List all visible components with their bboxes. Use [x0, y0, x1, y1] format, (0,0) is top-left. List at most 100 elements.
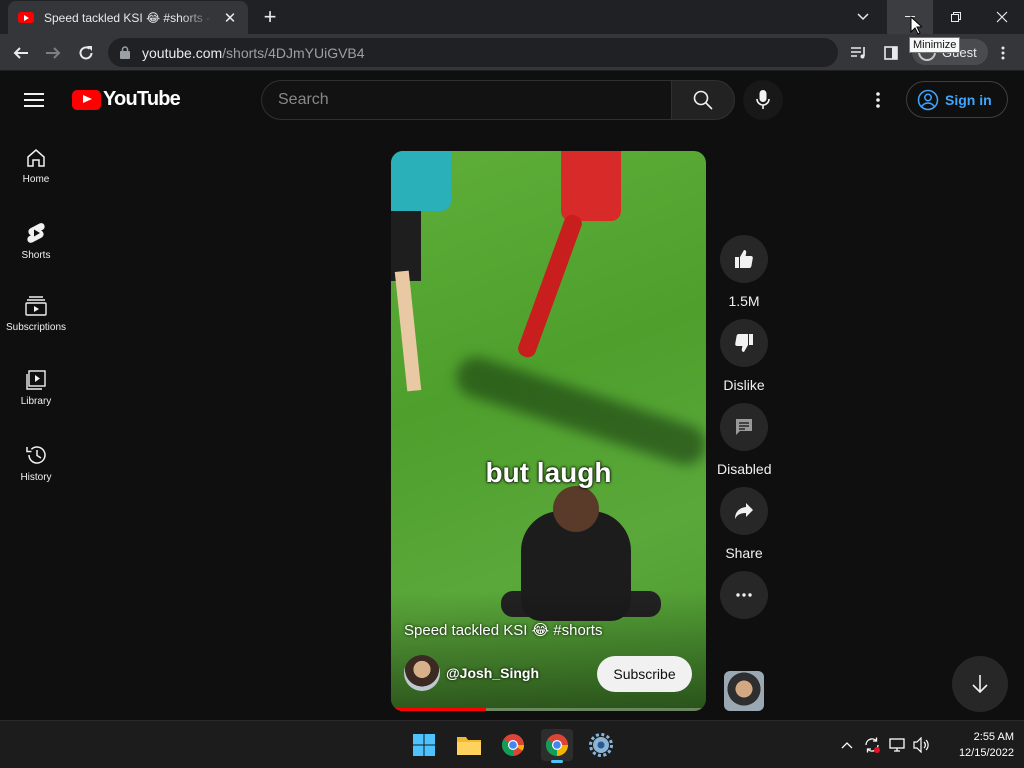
subscriptions-icon	[25, 296, 47, 316]
mini-guide: Home Shorts Subscriptions Library Histor…	[0, 128, 72, 498]
forward-button[interactable]	[40, 40, 66, 66]
sidebar-item-history[interactable]: History	[0, 424, 72, 498]
restore-icon	[951, 12, 961, 22]
tab-title: Speed tackled KSI 😂 #shorts - YouTube	[44, 10, 214, 25]
sidebar-item-subscriptions[interactable]: Subscriptions	[0, 276, 72, 350]
reload-button[interactable]	[73, 40, 99, 66]
tab-search-button[interactable]	[840, 0, 886, 34]
url-host: youtube.com	[142, 44, 223, 61]
sound-thumbnail[interactable]	[724, 671, 764, 711]
file-explorer-button[interactable]	[453, 729, 485, 761]
guide-menu-button[interactable]	[24, 90, 48, 110]
youtube-play-icon	[72, 89, 101, 110]
dislike-action: Dislike	[720, 319, 768, 395]
video-frame-referee	[391, 151, 451, 211]
show-hidden-icons-button[interactable]	[837, 735, 857, 755]
chrome-taskbar-button[interactable]	[497, 729, 529, 761]
sidebar-item-shorts[interactable]: Shorts	[0, 202, 72, 276]
browser-menu-button[interactable]	[990, 40, 1016, 66]
chrome-active-taskbar-button[interactable]	[541, 729, 573, 763]
share-button[interactable]	[720, 487, 768, 535]
media-control-button[interactable]	[846, 40, 872, 66]
sign-in-label: Sign in	[945, 91, 992, 108]
comments-label: Disabled	[717, 461, 772, 477]
chrome-icon	[546, 734, 568, 756]
youtube-favicon-icon	[18, 12, 34, 23]
next-short-button[interactable]	[952, 656, 1008, 712]
like-button[interactable]	[720, 235, 768, 283]
hamburger-icon	[24, 93, 44, 95]
sync-status-button[interactable]	[862, 735, 882, 755]
history-icon	[26, 446, 46, 464]
sidebar-item-label: Home	[22, 174, 50, 185]
sidebar-item-label: History	[20, 472, 52, 483]
shorts-actions: 1.5M Dislike Disabled Share	[717, 235, 772, 627]
more-horizontal-icon	[736, 593, 752, 597]
mouse-cursor-icon	[910, 16, 922, 35]
clock-time: 2:55 AM	[973, 731, 1014, 743]
back-button[interactable]	[8, 40, 34, 66]
browser-tab[interactable]: Speed tackled KSI 😂 #shorts - YouTube ✕	[8, 1, 248, 34]
shorts-video-player[interactable]: but laugh Speed tackled KSI 😂 #shorts @J…	[391, 151, 706, 711]
short-title[interactable]: Speed tackled KSI 😂 #shorts	[404, 621, 602, 639]
screen: Speed tackled KSI 😂 #shorts - YouTube ✕ …	[0, 0, 1024, 768]
close-tab-icon[interactable]: ✕	[222, 9, 238, 27]
comments-button[interactable]	[720, 403, 768, 451]
browser-tabstrip: Speed tackled KSI 😂 #shorts - YouTube ✕ …	[0, 0, 1024, 34]
overlay-gradient	[391, 591, 706, 711]
voice-search-button[interactable]	[743, 80, 783, 120]
chevron-down-icon	[857, 13, 869, 21]
microphone-icon	[756, 90, 770, 109]
search-button[interactable]	[671, 80, 735, 120]
more-vertical-icon	[1001, 46, 1005, 60]
windows-logo-icon	[413, 734, 435, 756]
network-icon	[889, 738, 905, 752]
thumbs-up-icon	[735, 250, 753, 268]
channel-info[interactable]: @Josh_Singh	[404, 655, 539, 691]
logo-text: YouTube	[103, 88, 181, 110]
gear-icon	[589, 733, 613, 757]
youtube-logo[interactable]: YouTube	[72, 88, 181, 111]
share-label: Share	[725, 545, 763, 561]
start-button[interactable]	[408, 729, 440, 761]
share-icon	[735, 503, 753, 519]
comments-action: Disabled	[717, 403, 772, 479]
browser-toolbar: youtube.com/shorts/4DJmYUiGVB4 Guest	[0, 34, 1024, 71]
lock-icon	[120, 46, 130, 59]
settings-taskbar-button[interactable]	[585, 729, 617, 761]
sign-in-button[interactable]: Sign in	[906, 81, 1008, 118]
url-path: /shorts/4DJmYUiGVB4	[222, 44, 365, 61]
back-arrow-icon	[13, 47, 28, 59]
volume-button[interactable]	[912, 735, 932, 755]
like-action: 1.5M	[720, 235, 768, 311]
subscribe-button[interactable]: Subscribe	[597, 656, 692, 692]
settings-menu-button[interactable]	[866, 88, 890, 112]
clock-date: 12/15/2022	[958, 747, 1014, 759]
dislike-button[interactable]	[720, 319, 768, 367]
search-input[interactable]: Search	[261, 80, 671, 120]
restore-button[interactable]	[933, 0, 979, 34]
sidebar-item-label: Library	[20, 396, 52, 407]
video-frame-red-player-leg	[515, 212, 585, 360]
video-progress-fill	[391, 708, 486, 711]
close-window-button[interactable]	[979, 0, 1024, 34]
sidebar-item-library[interactable]: Library	[0, 350, 72, 424]
home-icon	[27, 149, 45, 167]
video-progress-bar[interactable]	[391, 708, 706, 711]
sidebar-item-home[interactable]: Home	[0, 128, 72, 202]
channel-name[interactable]: @Josh_Singh	[446, 665, 539, 681]
video-frame-referee-leg	[394, 270, 422, 392]
side-panel-icon	[884, 46, 898, 60]
chrome-icon	[502, 734, 524, 756]
comment-icon	[736, 419, 752, 435]
address-bar[interactable]: youtube.com/shorts/4DJmYUiGVB4	[108, 38, 838, 67]
forward-arrow-icon	[46, 47, 61, 59]
chevron-up-icon	[841, 742, 853, 749]
taskbar-clock[interactable]: 2:55 AM 12/15/2022	[940, 729, 1014, 761]
more-options-button[interactable]	[720, 571, 768, 619]
network-button[interactable]	[888, 735, 908, 755]
channel-avatar[interactable]	[404, 655, 440, 691]
new-tab-button[interactable]: +	[258, 5, 282, 29]
account-icon	[917, 89, 939, 110]
side-panel-button[interactable]	[878, 40, 904, 66]
